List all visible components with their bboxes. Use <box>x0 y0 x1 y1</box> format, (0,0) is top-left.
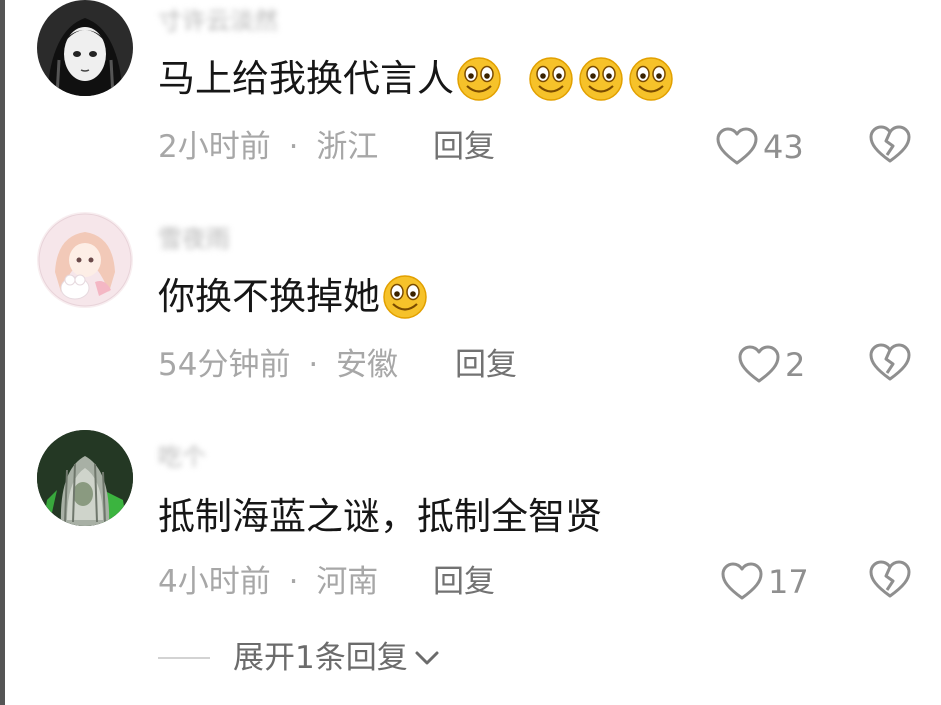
comment-location: 浙江 <box>316 129 379 165</box>
emoji-group <box>454 56 676 102</box>
like-count: 2 <box>785 346 806 384</box>
like-button[interactable]: 43 <box>715 126 804 168</box>
username[interactable]: 寸许云淡然 <box>158 8 388 34</box>
avatar[interactable] <box>37 0 133 96</box>
username[interactable]: 吃个 <box>158 444 388 470</box>
expand-replies-button[interactable]: 展开1条回复 <box>233 638 442 678</box>
heart-outline-icon <box>716 127 758 165</box>
broken-heart-icon <box>869 125 911 163</box>
comment-text: 你换不换掉她 <box>158 274 430 320</box>
comment-text-content: 抵制海蓝之谜，抵制全智贤 <box>158 495 602 538</box>
smiley-emoji-icon <box>529 57 573 101</box>
dislike-button[interactable] <box>868 342 912 388</box>
dislike-button[interactable] <box>868 124 912 170</box>
smiley-emoji-icon <box>457 57 501 101</box>
comment-meta: 4小时前 · 河南 <box>158 562 378 602</box>
comment-meta: 2小时前 · 浙江 <box>158 127 378 167</box>
smiley-emoji-icon <box>383 275 427 319</box>
like-button[interactable]: 2 <box>737 344 805 386</box>
heart-outline-icon <box>721 562 763 600</box>
heart-outline-icon <box>738 345 780 383</box>
comment-text-content: 马上给我换代言人 <box>158 57 454 100</box>
comment-time: 2小时前 <box>158 129 271 165</box>
comment-meta: 54分钟前 · 安徽 <box>158 345 398 385</box>
like-count: 17 <box>768 563 809 601</box>
reply-button[interactable]: 回复 <box>455 345 517 385</box>
emoji-group <box>380 274 430 320</box>
dislike-button[interactable] <box>868 559 912 605</box>
avatar[interactable] <box>37 430 133 526</box>
avatar[interactable] <box>37 212 133 308</box>
comment-time: 4小时前 <box>158 564 271 600</box>
window-edge <box>0 0 5 705</box>
chevron-down-icon <box>415 651 439 665</box>
expand-divider <box>158 657 210 659</box>
comment-time: 54分钟前 <box>158 347 291 383</box>
smiley-emoji-icon <box>629 57 673 101</box>
like-button[interactable]: 17 <box>720 561 809 603</box>
smiley-emoji-icon <box>579 57 623 101</box>
meta-separator: · <box>288 564 299 600</box>
reply-button[interactable]: 回复 <box>433 127 495 167</box>
broken-heart-icon <box>869 343 911 381</box>
comment-location: 河南 <box>316 564 379 600</box>
reply-button[interactable]: 回复 <box>433 562 495 602</box>
meta-separator: · <box>288 129 299 165</box>
broken-heart-icon <box>869 560 911 598</box>
comment-text: 抵制海蓝之谜，抵制全智贤 <box>158 494 602 540</box>
comment-location: 安徽 <box>336 347 399 383</box>
meta-separator: · <box>308 347 319 383</box>
expand-replies-label: 展开1条回复 <box>233 640 408 676</box>
username[interactable]: 雪夜雨 <box>158 226 388 252</box>
comment-text: 马上给我换代言人 <box>158 56 676 102</box>
like-count: 43 <box>763 128 804 166</box>
comment-text-content: 你换不换掉她 <box>158 275 380 318</box>
